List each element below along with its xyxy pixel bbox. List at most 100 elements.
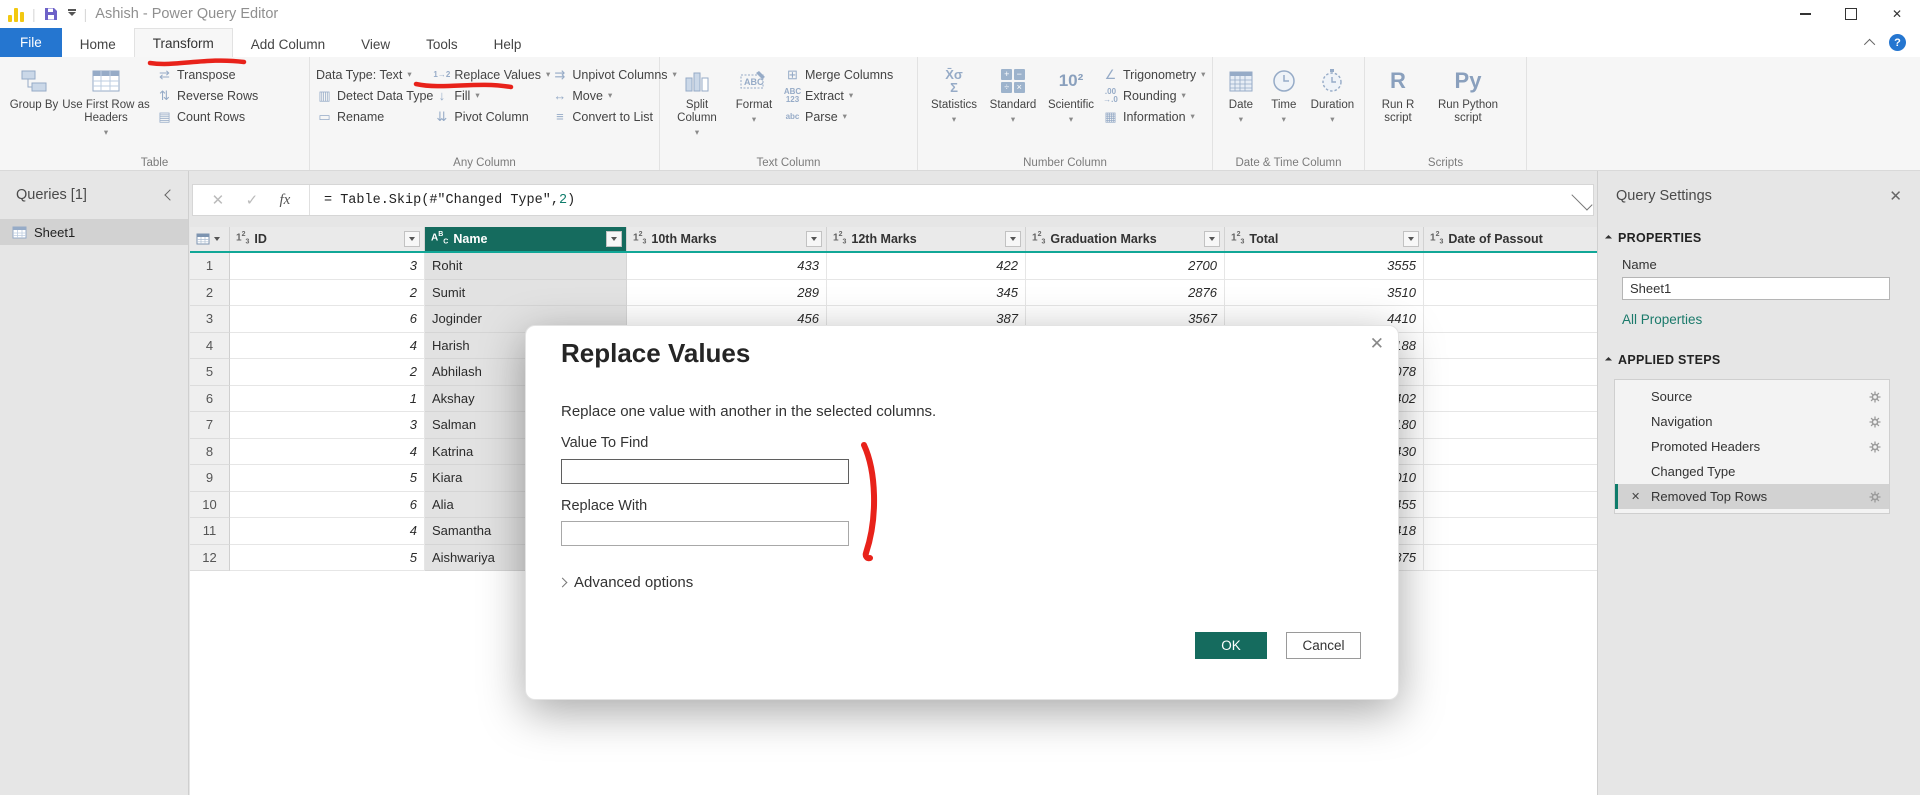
cell-id[interactable]: 6: [230, 492, 425, 519]
close-settings-icon[interactable]: ✕: [1889, 187, 1902, 205]
cell-grad[interactable]: 2700: [1026, 253, 1225, 280]
formula-input[interactable]: = Table.Skip(#"Changed Type",2): [310, 193, 1571, 208]
duration-button[interactable]: Duration ▾: [1305, 60, 1360, 126]
group-by-button[interactable]: Group By: [6, 60, 62, 112]
split-column-button[interactable]: Split Column ▾: [666, 60, 728, 139]
collapse-queries-panel-icon[interactable]: [164, 189, 175, 200]
filter-dropdown-button[interactable]: [404, 231, 420, 247]
pivot-column-button[interactable]: ⇊Pivot Column: [433, 106, 545, 127]
tab-transform[interactable]: Transform: [134, 28, 233, 57]
cell-id[interactable]: 2: [230, 359, 425, 386]
convert-to-list-button[interactable]: ≡Convert to List: [551, 106, 676, 127]
filter-dropdown-button[interactable]: [806, 231, 822, 247]
cell-id[interactable]: 2: [230, 280, 425, 307]
row-number[interactable]: 1: [190, 253, 230, 280]
dialog-close-icon[interactable]: ✕: [1370, 334, 1384, 354]
tab-file[interactable]: File: [0, 28, 62, 57]
cell-id[interactable]: 1: [230, 386, 425, 413]
cell-id[interactable]: 3: [230, 253, 425, 280]
move-button[interactable]: ↔Move▾: [551, 85, 676, 106]
cell-date[interactable]: [1424, 386, 1597, 413]
advanced-options-toggle[interactable]: Advanced options: [559, 574, 693, 591]
query-item-sheet1[interactable]: Sheet1: [0, 219, 188, 245]
step-settings-gear-icon[interactable]: [1869, 416, 1881, 428]
date-button[interactable]: Date ▾: [1219, 60, 1263, 126]
run-r-script-button[interactable]: R Run R script: [1371, 60, 1425, 125]
row-number[interactable]: 6: [190, 386, 230, 413]
cell-date[interactable]: [1424, 359, 1597, 386]
minimize-button[interactable]: [1782, 0, 1828, 28]
reverse-rows-button[interactable]: ⇅Reverse Rows: [156, 85, 258, 106]
formula-cancel-icon[interactable]: ✕: [212, 191, 225, 209]
filter-dropdown-button[interactable]: [1005, 231, 1021, 247]
cell-id[interactable]: 4: [230, 439, 425, 466]
value-to-find-input[interactable]: [561, 459, 849, 484]
cancel-button[interactable]: Cancel: [1286, 632, 1361, 659]
cell-m10[interactable]: 289: [627, 280, 827, 307]
step-settings-gear-icon[interactable]: [1869, 391, 1881, 403]
row-number[interactable]: 3: [190, 306, 230, 333]
quick-access-caret-icon[interactable]: [68, 12, 76, 16]
time-button[interactable]: Time ▾: [1263, 60, 1305, 126]
tab-tools[interactable]: Tools: [408, 31, 476, 57]
tab-home[interactable]: Home: [62, 31, 134, 57]
collapse-ribbon-icon[interactable]: [1864, 38, 1875, 49]
trigonometry-button[interactable]: ∠Trigonometry▾: [1102, 64, 1205, 85]
row-number[interactable]: 2: [190, 280, 230, 307]
query-name-input[interactable]: [1622, 277, 1890, 300]
cell-date[interactable]: [1424, 412, 1597, 439]
row-number[interactable]: 8: [190, 439, 230, 466]
cell-m10[interactable]: 433: [627, 253, 827, 280]
information-button[interactable]: ▦Information▾: [1102, 106, 1205, 127]
applied-step-source[interactable]: Source: [1615, 384, 1889, 409]
all-properties-link[interactable]: All Properties: [1622, 312, 1920, 327]
row-number[interactable]: 7: [190, 412, 230, 439]
row-number[interactable]: 5: [190, 359, 230, 386]
formula-commit-icon[interactable]: ✓: [246, 191, 259, 209]
cell-date[interactable]: [1424, 545, 1597, 572]
delete-step-icon[interactable]: ✕: [1631, 490, 1640, 503]
cell-date[interactable]: [1424, 439, 1597, 466]
unpivot-columns-button[interactable]: ⇉Unpivot Columns▾: [551, 64, 676, 85]
format-button[interactable]: ABC Format ▾: [728, 60, 780, 126]
detect-data-type-button[interactable]: ▥Detect Data Type: [316, 85, 433, 106]
transpose-button[interactable]: ⇄Transpose: [156, 64, 258, 85]
cell-id[interactable]: 3: [230, 412, 425, 439]
column-header-date[interactable]: 123Date of Passout: [1424, 227, 1597, 251]
cell-date[interactable]: [1424, 465, 1597, 492]
fill-button[interactable]: ↓Fill▾: [433, 85, 545, 106]
count-rows-button[interactable]: ▤Count Rows: [156, 106, 258, 127]
save-icon[interactable]: [44, 7, 58, 21]
cell-id[interactable]: 4: [230, 333, 425, 360]
row-number[interactable]: 11: [190, 518, 230, 545]
cell-name[interactable]: Sumit: [425, 280, 627, 307]
cell-date[interactable]: [1424, 253, 1597, 280]
row-number[interactable]: 10: [190, 492, 230, 519]
cell-date[interactable]: [1424, 492, 1597, 519]
cell-date[interactable]: [1424, 333, 1597, 360]
column-header-id[interactable]: 123ID: [230, 227, 425, 251]
standard-button[interactable]: +−÷× Standard ▾: [984, 60, 1042, 126]
filter-dropdown-button[interactable]: [606, 231, 622, 247]
scientific-button[interactable]: 10² Scientific ▾: [1042, 60, 1100, 126]
column-header-total[interactable]: 123Total: [1225, 227, 1424, 251]
cell-m12[interactable]: 345: [827, 280, 1026, 307]
applied-step-promoted-headers[interactable]: Promoted Headers: [1615, 434, 1889, 459]
applied-step-navigation[interactable]: Navigation: [1615, 409, 1889, 434]
cell-m12[interactable]: 422: [827, 253, 1026, 280]
cell-id[interactable]: 5: [230, 465, 425, 492]
column-header-m10[interactable]: 12310th Marks: [627, 227, 827, 251]
cell-id[interactable]: 4: [230, 518, 425, 545]
column-header-m12[interactable]: 12312th Marks: [827, 227, 1026, 251]
cell-date[interactable]: [1424, 518, 1597, 545]
cell-name[interactable]: Rohit: [425, 253, 627, 280]
extract-button[interactable]: ABC123Extract▾: [784, 85, 893, 106]
properties-section-header[interactable]: PROPERTIES: [1606, 231, 1920, 245]
use-first-row-button[interactable]: Use First Row as Headers ▾: [62, 60, 150, 139]
column-header-grad[interactable]: 123Graduation Marks: [1026, 227, 1225, 251]
tab-view[interactable]: View: [343, 31, 408, 57]
formula-expand-icon[interactable]: [1571, 189, 1592, 210]
ok-button[interactable]: OK: [1195, 632, 1267, 659]
filter-dropdown-button[interactable]: [1204, 231, 1220, 247]
run-python-script-button[interactable]: Py Run Python script: [1425, 60, 1511, 125]
